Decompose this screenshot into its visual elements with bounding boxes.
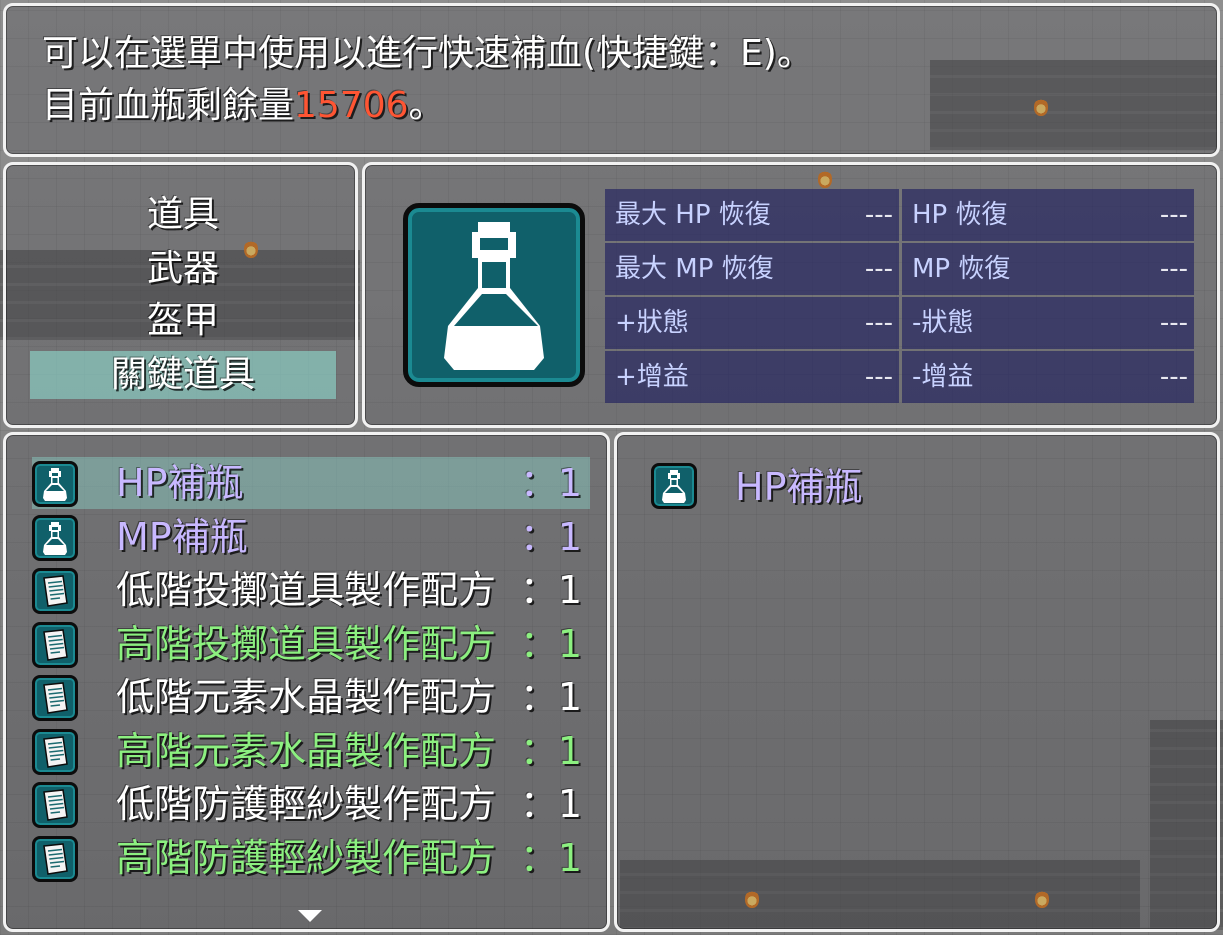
param-add-state: +狀態 --- [605, 297, 899, 349]
param-add-buff: +增益 --- [605, 351, 899, 403]
item-row[interactable]: 低階投擲道具製作配方 ：1 [32, 564, 590, 616]
param-remove-buff: -增益 --- [902, 351, 1194, 403]
item-count: ：1 [519, 621, 582, 666]
param-hp: HP 恢復 --- [902, 189, 1194, 241]
item-row[interactable]: HP補瓶 ：1 [32, 457, 590, 509]
item-row[interactable]: 低階防護輕紗製作配方 ：1 [32, 778, 590, 830]
item-row[interactable]: 高階元素水晶製作配方 ：1 [32, 725, 590, 777]
item-detail-window: HP補瓶 [614, 432, 1220, 932]
item-count: ：1 [519, 514, 582, 559]
category-window: 道具 武器 盔甲 關鍵道具 [3, 162, 358, 428]
help-window: 可以在選單中使用以進行快速補血(快捷鍵：E)。 目前血瓶剩餘量15706。 [3, 3, 1220, 157]
scroll-icon [32, 675, 78, 721]
item-count: ：1 [519, 782, 582, 826]
item-name: 高階元素水晶製作配方 [116, 728, 497, 773]
item-count: ：1 [519, 728, 582, 773]
detail-item-name: HP補瓶 [735, 465, 863, 509]
item-count: ：1 [519, 568, 582, 612]
chevron-down-icon[interactable] [298, 910, 322, 922]
remaining-value: 15706 [294, 85, 409, 126]
item-count: ：1 [519, 461, 582, 505]
category-armors[interactable]: 盔甲 [30, 297, 336, 345]
param-max-hp: 最大 HP 恢復 --- [605, 189, 899, 241]
potion-icon [32, 514, 78, 561]
param-mp: MP 恢復 --- [902, 243, 1194, 295]
item-row[interactable]: 高階防護輕紗製作配方 ：1 [32, 832, 590, 884]
remaining-suffix: 。 [408, 85, 445, 126]
potion-icon [651, 463, 697, 509]
item-row[interactable]: 低階元素水晶製作配方 ：1 [32, 671, 590, 723]
help-text-line-1: 可以在選單中使用以進行快速補血(快捷鍵：E)。 [42, 33, 813, 74]
item-row[interactable]: MP補瓶 ：1 [32, 511, 590, 563]
param-remove-state: -狀態 --- [902, 297, 1194, 349]
item-count: ：1 [519, 835, 582, 880]
item-name: HP補瓶 [116, 461, 244, 505]
item-list-window: HP補瓶 ：1 MP補瓶 ：1 低階投擲道具製作配方 ：1 高階投擲道具製作配方 ：1 低階元素… [3, 432, 610, 932]
item-name: 高階投擲道具製作配方 [116, 621, 497, 666]
scroll-icon [32, 621, 78, 668]
category-items[interactable]: 道具 [30, 191, 336, 239]
item-name: 高階防護輕紗製作配方 [116, 835, 497, 880]
item-name: 低階元素水晶製作配方 [116, 675, 497, 719]
scroll-icon [32, 568, 78, 614]
scroll-icon [32, 782, 78, 828]
category-weapons[interactable]: 武器 [30, 245, 336, 293]
item-status-window: 最大 HP 恢復 --- HP 恢復 --- 最大 MP 恢復 --- MP 恢復 --… [362, 162, 1220, 428]
scroll-icon [32, 835, 78, 882]
item-count: ：1 [519, 675, 582, 719]
help-text-line-2: 目前血瓶剩餘量15706。 [42, 86, 445, 126]
potion-icon [403, 203, 585, 387]
item-name: MP補瓶 [116, 514, 248, 559]
param-max-mp: 最大 MP 恢復 --- [605, 243, 899, 295]
item-name: 低階投擲道具製作配方 [116, 568, 497, 612]
category-key-items[interactable]: 關鍵道具 [30, 351, 336, 399]
scroll-icon [32, 728, 78, 775]
potion-icon [32, 461, 78, 507]
remaining-label: 目前血瓶剩餘量 [42, 85, 295, 126]
item-name: 低階防護輕紗製作配方 [116, 782, 497, 826]
item-row[interactable]: 高階投擲道具製作配方 ：1 [32, 618, 590, 670]
